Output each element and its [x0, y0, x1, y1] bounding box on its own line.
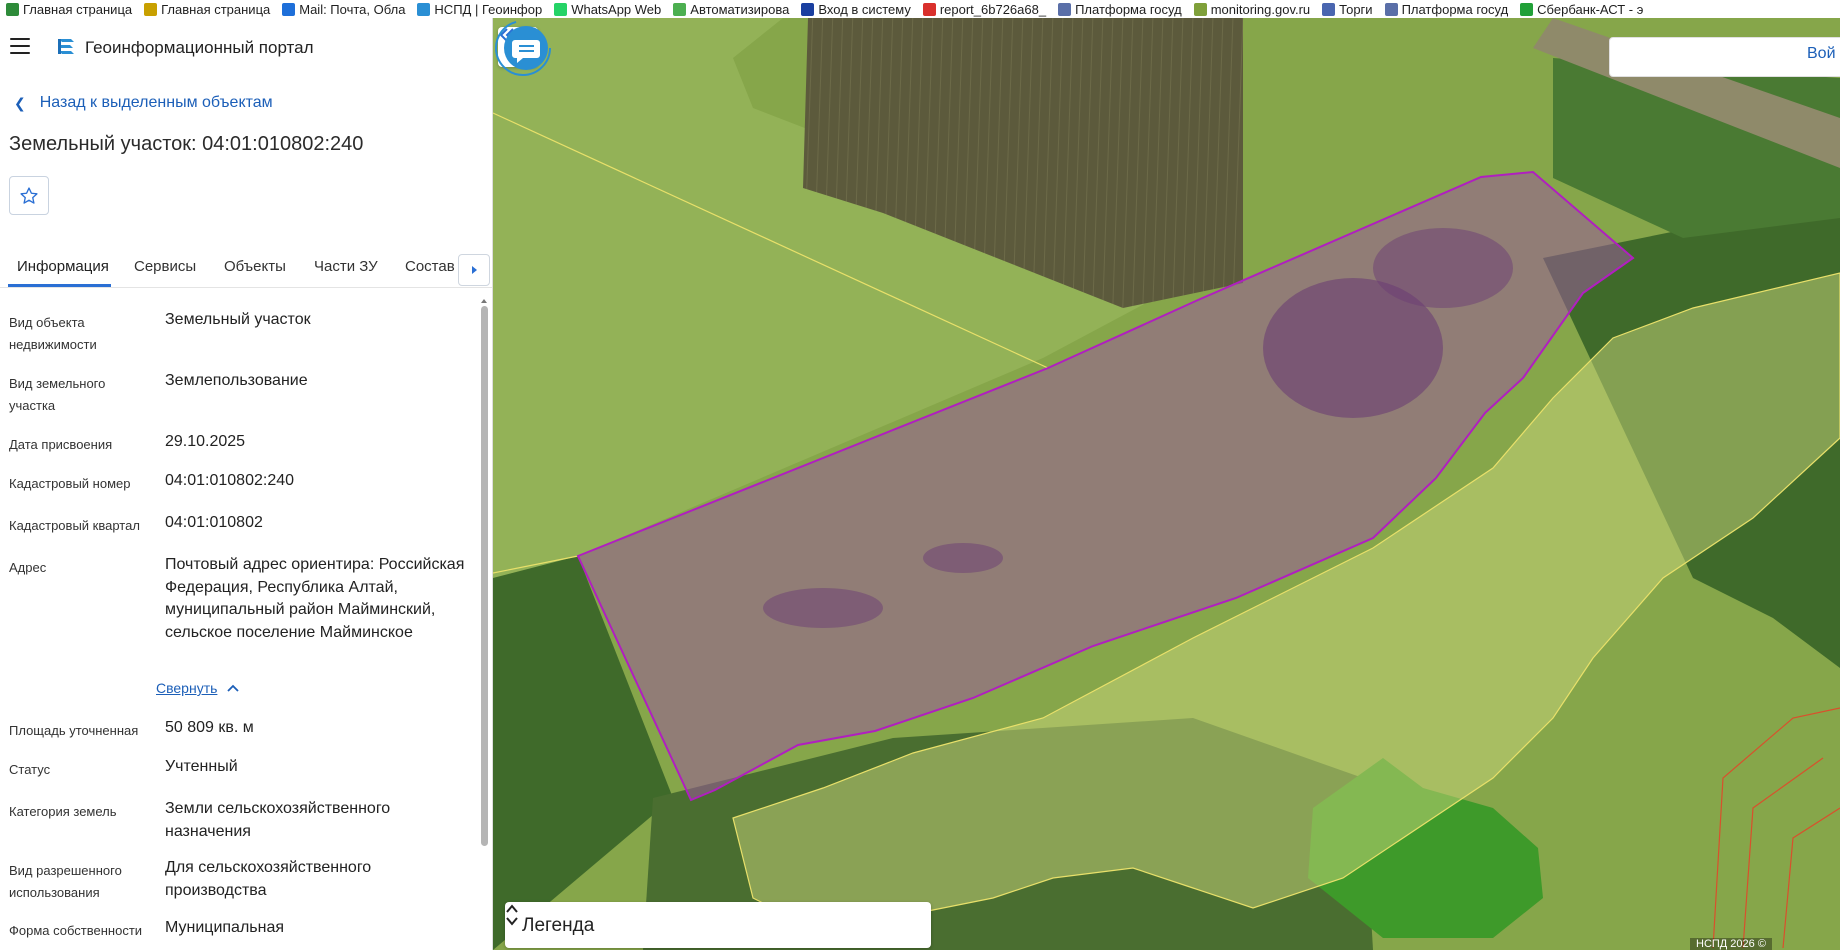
collapse-label: Свернуть — [156, 680, 218, 696]
attr-label: Категория земель — [9, 804, 117, 819]
bookmark-label: Платформа госуд — [1401, 1, 1509, 17]
bookmark-item[interactable]: Главная страница — [6, 2, 132, 17]
eagle-emblem-icon — [1384, 2, 1398, 16]
portal-header: Геоинформационный портал — [0, 18, 492, 78]
bookmark-label: Автоматизирова — [690, 1, 790, 17]
attr-value: Учтенный — [165, 758, 238, 775]
portal-title: Геоинформационный портал — [85, 38, 314, 57]
bookmark-item[interactable]: monitoring.gov.ru — [1193, 1, 1311, 17]
bookmark-item[interactable]: Платформа госуд — [1384, 1, 1509, 17]
bookmark-label: Главная страница — [23, 1, 133, 17]
login-button[interactable]: Вой — [1807, 45, 1836, 63]
eagle-emblem-icon — [1058, 2, 1072, 16]
bookmark-item[interactable]: НСПД | Геоинфор — [417, 2, 542, 17]
expand-collapse-icon — [506, 904, 518, 926]
bookmark-item[interactable]: Mail: Почта, Обла — [282, 2, 405, 17]
back-link-label: Назад к выделенным объектам — [39, 94, 273, 111]
legend-panel[interactable]: Легенда — [505, 902, 931, 948]
attr-label: Форма собственности — [9, 923, 143, 938]
tab-composition[interactable]: Состав — [405, 258, 455, 275]
menu-icon[interactable] — [10, 38, 30, 54]
chevron-left-icon: ❮ — [14, 94, 26, 111]
bookmark-label: Вход в систему — [818, 1, 911, 17]
attr-label: Дата присвоения — [9, 437, 113, 452]
legend-label: Легенда — [522, 915, 595, 936]
attr-value: 29.10.2025 — [165, 433, 246, 450]
attr-value: Землепользование — [165, 372, 308, 389]
tab-info[interactable]: Информация — [17, 258, 109, 275]
green-check-icon — [6, 2, 19, 16]
attr-label: Кадастровый номер — [9, 476, 131, 491]
attr-label: Площадь уточненная — [9, 723, 139, 738]
attr-value: Муниципальная — [165, 919, 285, 936]
blue-circle-icon — [801, 2, 815, 16]
favorite-button[interactable] — [9, 176, 49, 215]
tab-objects[interactable]: Объекты — [224, 258, 286, 275]
bookmark-item[interactable]: Платформа госуд — [1058, 2, 1182, 17]
attr-value: Почтовый адрес ориентира: Российская Фед… — [165, 556, 465, 641]
scroll-up-arrow-icon[interactable] — [480, 298, 488, 304]
bookmark-label: WhatsApp Web — [571, 1, 662, 17]
back-to-selection-link[interactable]: ❮ Назад к выделенным объектам — [14, 94, 273, 112]
eagle-emblem-icon — [1322, 2, 1336, 16]
bookmark-item[interactable]: Вход в систему — [801, 1, 911, 17]
bookmark-label: Торги — [1339, 1, 1373, 17]
bookmark-label: Главная страница — [161, 1, 271, 17]
attr-label: Вид земельного участка — [9, 376, 106, 413]
mail-at-icon — [282, 2, 296, 16]
bookmark-item[interactable]: Главная страница — [144, 2, 270, 17]
attr-value: Земельный участок — [165, 311, 311, 328]
attr-value: Земли сельскохозяйственного назначения — [165, 800, 391, 840]
bookmark-label: НСПД | Геоинфор — [434, 1, 543, 17]
satellite-imagery — [493, 18, 1840, 950]
portal-logo-icon — [58, 39, 74, 54]
object-info-panel: Геоинформационный портал ❮ Назад к выдел… — [0, 18, 493, 950]
chat-support-button[interactable] — [493, 18, 553, 78]
eagle-emblem-icon — [144, 2, 158, 16]
bookmark-item[interactable]: Сбербанк-АСТ - э — [1520, 2, 1643, 17]
bookmark-item[interactable]: Автоматизирова — [673, 2, 789, 17]
attr-value: Для сельскохозяйственного производства — [165, 859, 372, 899]
tab-parts[interactable]: Части ЗУ — [314, 258, 378, 275]
attr-label: Статус — [9, 762, 51, 777]
map-copyright: НСПД 2026 © — [1690, 938, 1772, 950]
bookmark-item[interactable]: report_6b726a68_ — [922, 1, 1047, 17]
star-icon — [20, 186, 38, 204]
chevron-up-icon — [227, 684, 240, 692]
bookmarks-bar: Главная страница Главная страница Mail: По… — [0, 0, 1840, 18]
apple-green-icon — [673, 2, 687, 16]
bookmark-label: Сбербанк-АСТ - э — [1537, 1, 1644, 17]
scrollbar-thumb[interactable] — [481, 306, 488, 846]
bookmark-item[interactable]: WhatsApp Web — [554, 2, 661, 17]
bookmark-item[interactable]: Торги — [1322, 1, 1373, 17]
attr-label: Адрес — [9, 560, 47, 575]
attr-value: 04:01:010802:240 — [165, 472, 295, 489]
bookmark-label: monitoring.gov.ru — [1210, 1, 1311, 17]
panel-scrollbar[interactable] — [480, 298, 488, 950]
bookmark-label: report_6b726a68_ — [939, 1, 1047, 17]
object-tabs: Информация Сервисы Объекты Части ЗУ Сост… — [0, 240, 492, 288]
nspd-logo-icon — [417, 2, 431, 16]
map-view[interactable]: Вой Легенда НСПД 2026 © — [493, 18, 1840, 950]
sber-icon — [1520, 2, 1534, 16]
collapse-address-link[interactable]: Свернуть — [156, 680, 240, 696]
attr-label: Вид объекта недвижимости — [9, 315, 97, 352]
red-doc-icon — [922, 2, 936, 16]
attr-label: Кадастровый квартал — [9, 518, 140, 533]
active-tab-indicator — [8, 284, 111, 287]
caret-right-icon — [472, 266, 477, 274]
object-attributes: Вид объекта недвижимости Земельный участ… — [0, 296, 478, 950]
attr-label: Вид разрешенного использования — [9, 863, 122, 900]
tab-services[interactable]: Сервисы — [134, 258, 196, 275]
bookmark-label: Mail: Почта, Обла — [299, 1, 406, 17]
attr-value: 04:01:010802 — [165, 514, 263, 531]
object-title: Земельный участок: 04:01:010802:240 — [9, 133, 364, 155]
bookmark-label: Платформа госуд — [1075, 1, 1182, 17]
whatsapp-icon — [554, 2, 568, 16]
login-bar — [1609, 37, 1840, 77]
chart-icon — [1193, 2, 1207, 16]
attr-value: 50 809 кв. м — [165, 719, 254, 736]
tabs-scroll-right-button[interactable] — [458, 254, 490, 286]
